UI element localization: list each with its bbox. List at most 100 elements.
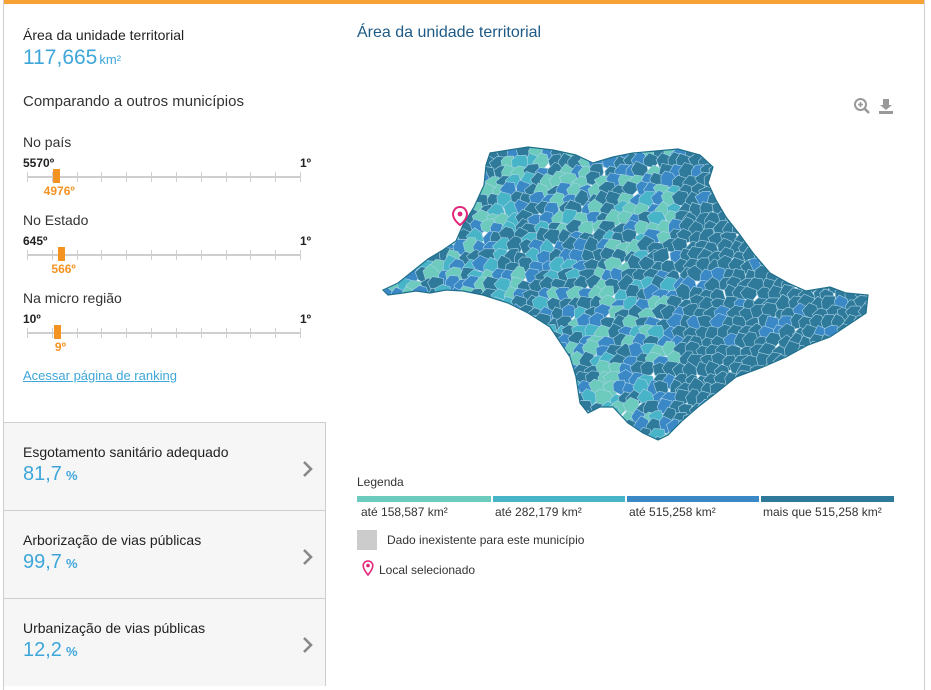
municipality-cell[interactable] — [861, 325, 873, 341]
municipality-cell[interactable] — [399, 380, 419, 398]
municipality-cell[interactable] — [541, 392, 560, 410]
municipality-cell[interactable] — [495, 436, 515, 445]
municipality-cell[interactable] — [378, 304, 384, 322]
municipality-cell[interactable] — [378, 344, 389, 360]
municipality-cell[interactable] — [446, 399, 466, 418]
municipality-cell[interactable] — [780, 257, 800, 274]
municipality-cell[interactable] — [561, 410, 579, 427]
municipality-cell[interactable] — [414, 398, 432, 416]
municipality-cell[interactable] — [446, 145, 466, 154]
municipality-cell[interactable] — [473, 360, 491, 378]
municipality-cell[interactable] — [378, 322, 391, 342]
municipality-cell[interactable] — [443, 392, 462, 407]
municipality-cell[interactable] — [511, 380, 530, 398]
municipality-cell[interactable] — [379, 153, 395, 171]
municipality-cell[interactable] — [818, 161, 837, 179]
municipality-cell[interactable] — [386, 367, 403, 387]
municipality-cell[interactable] — [848, 437, 865, 445]
municipality-cell[interactable] — [385, 441, 400, 445]
municipality-cell[interactable] — [405, 401, 421, 417]
municipality-cell[interactable] — [446, 352, 465, 370]
municipality-cell[interactable] — [857, 256, 873, 276]
municipality-cell[interactable] — [414, 228, 433, 245]
municipality-cell[interactable] — [378, 193, 380, 209]
municipality-cell[interactable] — [752, 145, 771, 151]
municipality-cell[interactable] — [378, 350, 386, 371]
municipality-cell[interactable] — [385, 430, 403, 444]
municipality-cell[interactable] — [508, 387, 527, 408]
municipality-cell[interactable] — [401, 221, 421, 238]
municipality-cell[interactable] — [846, 373, 864, 391]
municipality-cell[interactable] — [540, 371, 556, 389]
municipality-cell[interactable] — [400, 228, 417, 246]
municipality-cell[interactable] — [423, 336, 440, 355]
municipality-cell[interactable] — [814, 369, 831, 389]
municipality-cell[interactable] — [500, 418, 519, 437]
municipality-cell[interactable] — [784, 221, 802, 239]
municipality-cell[interactable] — [435, 230, 452, 246]
municipality-cell[interactable] — [378, 408, 381, 424]
municipality-cell[interactable] — [620, 435, 635, 445]
municipality-cell[interactable] — [800, 184, 819, 200]
municipality-cell[interactable] — [759, 370, 777, 389]
municipality-cell[interactable] — [417, 344, 438, 363]
municipality-cell[interactable] — [797, 353, 818, 369]
municipality-cell[interactable] — [456, 165, 477, 182]
municipality-cell[interactable] — [858, 192, 872, 208]
municipality-cell[interactable] — [433, 352, 452, 370]
municipality-cell[interactable] — [378, 248, 389, 267]
municipality-cell[interactable] — [415, 305, 435, 323]
municipality-cell[interactable] — [378, 209, 393, 226]
municipality-cell[interactable] — [487, 305, 505, 324]
municipality-cell[interactable] — [812, 363, 829, 380]
municipality-cell[interactable] — [398, 145, 417, 160]
municipality-cell[interactable] — [869, 428, 873, 444]
municipality-cell[interactable] — [730, 153, 748, 175]
municipality-cell[interactable] — [399, 337, 417, 354]
municipality-cell[interactable] — [537, 402, 556, 418]
municipality-cell[interactable] — [496, 408, 512, 425]
municipality-cell[interactable] — [866, 152, 873, 168]
municipality-cell[interactable] — [502, 399, 519, 417]
municipality-cell[interactable] — [789, 178, 807, 197]
municipality-cell[interactable] — [427, 170, 446, 188]
municipality-cell[interactable] — [554, 398, 572, 418]
municipality-cell[interactable] — [808, 145, 824, 152]
municipality-cell[interactable] — [501, 349, 521, 367]
municipality-cell[interactable] — [412, 221, 430, 240]
municipality-cell[interactable] — [439, 323, 458, 340]
municipality-cell[interactable] — [819, 333, 837, 352]
municipality-cell[interactable] — [775, 163, 793, 180]
municipality-cell[interactable] — [516, 342, 533, 359]
municipality-cell[interactable] — [528, 410, 549, 428]
municipality-cell[interactable] — [565, 421, 583, 439]
municipality-cell[interactable] — [796, 402, 815, 420]
municipality-cell[interactable] — [785, 200, 802, 219]
municipality-cell[interactable] — [868, 337, 873, 352]
municipality-cell[interactable] — [516, 372, 537, 389]
municipality-cell[interactable] — [848, 259, 865, 277]
municipality-cell[interactable] — [786, 264, 802, 282]
municipality-cell[interactable] — [486, 391, 501, 409]
municipality-cell[interactable] — [558, 380, 574, 401]
municipality-cell[interactable] — [410, 145, 427, 162]
indicator-card-urbanization[interactable]: Urbanização de vias públicas 12,2% — [4, 598, 326, 686]
municipality-cell[interactable] — [413, 145, 433, 153]
municipality-cell[interactable] — [727, 406, 746, 425]
municipality-cell[interactable] — [439, 145, 460, 162]
municipality-cell[interactable] — [797, 163, 816, 181]
municipality-cell[interactable] — [530, 341, 547, 360]
municipality-cell[interactable] — [805, 228, 823, 246]
municipality-cell[interactable] — [378, 384, 388, 402]
municipality-cell[interactable] — [535, 384, 553, 402]
municipality-cell[interactable] — [467, 331, 485, 350]
municipality-cell[interactable] — [759, 190, 777, 206]
municipality-cell[interactable] — [381, 399, 397, 418]
municipality-cell[interactable] — [520, 331, 538, 351]
municipality-cell[interactable] — [766, 152, 786, 168]
municipality-cell[interactable] — [798, 204, 819, 220]
municipality-cell[interactable] — [832, 153, 851, 172]
municipality-cell[interactable] — [722, 198, 742, 217]
municipality-cell[interactable] — [436, 312, 454, 329]
municipality-cell[interactable] — [455, 373, 471, 390]
